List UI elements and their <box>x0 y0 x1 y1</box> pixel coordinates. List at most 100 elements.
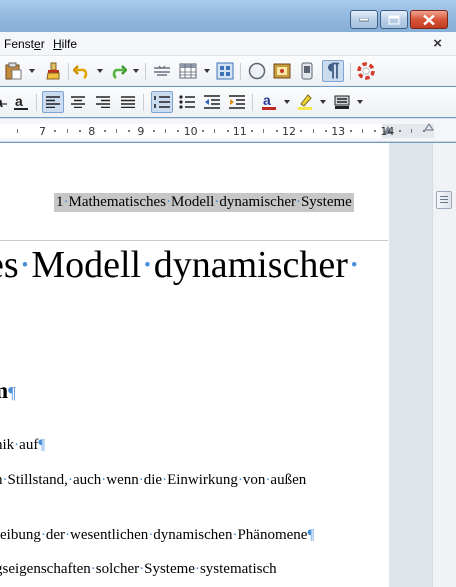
formatting-toolbar: a a a <box>0 87 456 117</box>
ruler-dot <box>300 130 303 132</box>
ruler-tick <box>263 129 265 133</box>
ruler-dot <box>226 130 229 132</box>
font-color-button[interactable]: a <box>258 91 280 113</box>
maximize-icon <box>388 15 400 24</box>
toolbar-separator <box>145 63 146 80</box>
ruler-tick <box>214 129 216 133</box>
ruler-number: 9 <box>137 125 145 138</box>
redo-dropdown-arrow[interactable] <box>133 69 139 73</box>
ruler-dot <box>152 130 155 132</box>
font-color-dropdown-arrow[interactable] <box>284 100 290 104</box>
text-line-3[interactable]: reibung·der·wesentlichen·dynamischen·Phä… <box>0 525 314 545</box>
close-icon <box>423 14 435 25</box>
align-left-button[interactable] <box>42 91 64 113</box>
align-right-button[interactable] <box>92 91 114 113</box>
ruler-number: 13 <box>331 125 346 138</box>
help-button[interactable] <box>355 60 377 82</box>
clone-formatting-button[interactable] <box>42 60 64 82</box>
highlighter-icon <box>298 94 312 110</box>
menu-fenster[interactable]: Fenster <box>4 37 45 51</box>
gallery-button[interactable] <box>271 60 293 82</box>
formatting-marks-toggle[interactable] <box>322 60 344 82</box>
undo-button[interactable] <box>71 60 93 82</box>
ruler-dot <box>374 130 377 132</box>
compass-icon <box>248 62 266 80</box>
ruler-tick <box>312 129 314 133</box>
maximize-button[interactable] <box>380 10 408 29</box>
increase-indent-icon <box>229 95 245 109</box>
minimize-button[interactable] <box>350 10 378 29</box>
insert-field-button[interactable] <box>214 60 236 82</box>
ruler-number: 11 <box>232 125 247 138</box>
highlighting-dropdown-arrow[interactable] <box>320 100 326 104</box>
ruler-dot <box>349 130 352 132</box>
chapter-title[interactable]: es·Modell·dynamischer· <box>0 243 361 287</box>
gallery-icon <box>273 63 291 79</box>
undo-icon <box>73 65 88 79</box>
text-line-2[interactable]: n·Stillstand,·auch·wenn·die·Einwirkung·v… <box>0 470 306 490</box>
toolbar-separator <box>36 94 37 111</box>
insert-table-button[interactable] <box>177 60 199 82</box>
toolbar-separator <box>350 63 351 80</box>
hyperlink-button[interactable] <box>151 60 173 82</box>
align-center-icon <box>71 96 85 108</box>
align-right-icon <box>96 96 110 108</box>
ruler-dot <box>177 130 180 132</box>
strikethrough-icon: a <box>0 94 7 110</box>
data-sources-icon <box>301 62 313 80</box>
ruler-tick <box>165 129 166 133</box>
text-line-1[interactable]: nik·auf¶ <box>0 435 45 455</box>
text-line-4[interactable]: gseigenschaften·solcher·Systeme·systemat… <box>0 559 277 579</box>
background-color-button[interactable] <box>331 91 353 113</box>
scrollbar-thumb[interactable] <box>436 191 452 209</box>
menu-bar: Fenster Hilfe × <box>0 32 456 56</box>
font-color-icon: a <box>262 93 276 110</box>
svg-text:a: a <box>263 93 271 108</box>
ruler-margin-handle-icon[interactable] <box>424 123 434 133</box>
highlighting-button[interactable] <box>294 91 316 113</box>
background-color-dropdown-arrow[interactable] <box>357 100 363 104</box>
ruler-dot <box>128 130 131 132</box>
underline-button[interactable]: a <box>10 91 32 113</box>
document-view[interactable]: 1·Mathematisches·Modell·dynamischer·Syst… <box>0 143 432 587</box>
redo-button[interactable] <box>107 60 129 82</box>
redo-icon <box>112 65 127 79</box>
menu-hilfe[interactable]: Hilfe <box>53 37 77 51</box>
ruler-number: 10 <box>183 125 198 138</box>
decrease-indent-icon <box>204 95 220 109</box>
close-document-button[interactable]: × <box>433 35 442 52</box>
table-icon <box>179 63 197 79</box>
align-center-button[interactable] <box>67 91 89 113</box>
lifebuoy-icon <box>357 62 375 80</box>
decrease-indent-button[interactable] <box>201 91 223 113</box>
svg-text:a: a <box>0 94 3 110</box>
underline-icon: a <box>14 93 28 110</box>
paintbrush-icon <box>46 62 60 80</box>
ruler-dot <box>398 130 401 132</box>
ruler-dot <box>251 130 254 132</box>
ruler-dot <box>54 130 57 132</box>
running-header[interactable]: 1·Mathematisches·Modell·dynamischer·Syst… <box>54 193 354 212</box>
svg-text:a: a <box>15 93 23 109</box>
paste-button[interactable] <box>2 60 24 82</box>
bullets-button[interactable] <box>176 91 198 113</box>
insert-table-dropdown-arrow[interactable] <box>204 69 210 73</box>
toolbar-separator <box>252 94 253 111</box>
ruler-tick <box>361 129 363 133</box>
close-window-button[interactable] <box>410 10 448 29</box>
navigator-button[interactable] <box>246 60 268 82</box>
paste-dropdown-arrow[interactable] <box>29 69 35 73</box>
increase-indent-button[interactable] <box>226 91 248 113</box>
numbering-button[interactable] <box>151 91 173 113</box>
title-bar <box>0 0 456 32</box>
hyperlink-icon <box>154 65 170 76</box>
section-title[interactable]: m¶ <box>0 377 16 407</box>
text-frame[interactable]: es·Modell·dynamischer· m¶ nik·auf¶ n·Sti… <box>0 240 388 587</box>
ruler-number: 14 <box>380 125 395 138</box>
justify-button[interactable] <box>117 91 139 113</box>
ruler-number: 7 <box>39 125 46 138</box>
data-sources-button[interactable] <box>296 60 318 82</box>
vertical-scrollbar[interactable] <box>432 143 456 587</box>
horizontal-ruler[interactable]: 7 8 9 10 11 12 13 14 <box>0 118 456 142</box>
undo-dropdown-arrow[interactable] <box>97 69 103 73</box>
